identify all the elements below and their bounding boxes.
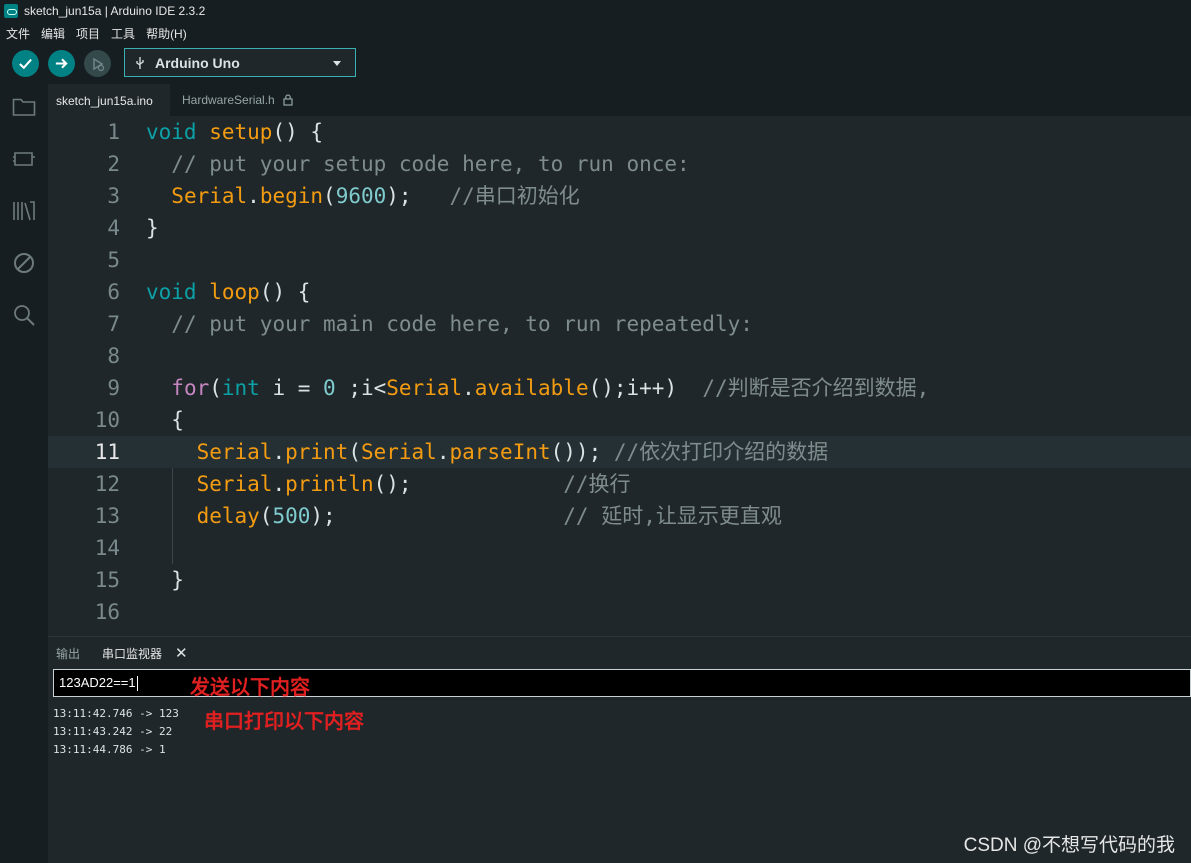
code-line: 3 Serial.begin(9600); //串口初始化	[48, 180, 1191, 212]
code-line: 8	[48, 340, 1191, 372]
window-title: sketch_jun15a | Arduino IDE 2.3.2	[24, 4, 206, 18]
text-caret	[136, 676, 138, 692]
tab-label: HardwareSerial.h	[182, 93, 275, 107]
folder-icon	[12, 98, 36, 116]
line-number: 15	[94, 568, 120, 592]
search-icon	[14, 305, 35, 326]
annotation-print: 串口打印以下内容	[204, 711, 364, 733]
code-line: 6 void loop() {	[48, 276, 1191, 308]
code-text: void setup() {	[146, 120, 324, 144]
board-name: Arduino Uno	[155, 54, 240, 71]
lock-icon	[283, 94, 293, 106]
code-line: 4 }	[48, 212, 1191, 244]
tab-serial-monitor[interactable]: 串口监视器	[102, 645, 162, 662]
line-number: 9	[107, 376, 120, 400]
title-bar: sketch_jun15a | Arduino IDE 2.3.2	[0, 0, 1191, 22]
chevron-down-icon	[333, 61, 341, 66]
line-number: 11	[94, 440, 120, 464]
menu-help[interactable]: 帮助(H)	[146, 25, 187, 42]
menu-tools[interactable]: 工具	[111, 25, 135, 42]
line-number: 2	[107, 152, 120, 176]
menu-bar: 文件 编辑 项目 工具 帮助(H)	[0, 22, 1191, 44]
line-number: 6	[107, 280, 120, 304]
tab-label: sketch_jun15a.ino	[56, 94, 153, 108]
no-entry-icon	[14, 253, 34, 273]
close-icon[interactable]: ✕	[175, 644, 188, 662]
code-line: 16	[48, 596, 1191, 628]
annotation-send: 发送以下内容	[190, 677, 310, 699]
arduino-logo-icon	[4, 4, 18, 18]
verify-button[interactable]	[12, 50, 39, 77]
arrow-right-icon	[55, 58, 68, 69]
watermark: CSDN @不想写代码的我	[963, 835, 1175, 856]
serial-input-value: 123AD22==1	[59, 675, 136, 690]
library-icon	[13, 201, 35, 221]
menu-sketch[interactable]: 项目	[76, 25, 100, 42]
sketchbook-button[interactable]	[11, 94, 37, 120]
tab-hardwareserial-h[interactable]: HardwareSerial.h	[170, 84, 380, 116]
line-number: 7	[107, 312, 120, 336]
serial-output-line: 13:11:43.242 -> 22	[53, 725, 173, 738]
toolbar: Arduino Uno	[0, 44, 1191, 84]
search-button[interactable]	[11, 302, 37, 328]
code-line: 1 void setup() {	[48, 116, 1191, 148]
code-text: {	[146, 408, 184, 432]
code-line: 14	[48, 532, 1191, 564]
code-text: Serial.println(); //换行	[196, 472, 631, 496]
line-number: 10	[94, 408, 120, 432]
debug-button[interactable]	[84, 50, 111, 77]
code-line: 9 for(int i = 0 ;i<Serial.available();i+…	[48, 372, 1191, 404]
code-editor[interactable]: 1 void setup() { 2 // put your setup cod…	[48, 116, 1191, 636]
bottom-panel: 输出 串口监视器 ✕ 123AD22==1 发送以下内容 串口打印以下内容 13…	[48, 636, 1191, 863]
line-number: 13	[94, 504, 120, 528]
panel-tabs: 输出 串口监视器 ✕	[48, 637, 1191, 667]
code-line: 15 }	[48, 564, 1191, 596]
code-line: 10 {	[48, 404, 1191, 436]
code-text: // put your main code here, to run repea…	[171, 312, 753, 336]
board-selector[interactable]: Arduino Uno	[124, 48, 356, 77]
code-line: 5	[48, 244, 1191, 276]
code-text: }	[146, 568, 184, 592]
menu-file[interactable]: 文件	[6, 25, 30, 42]
code-text: void loop() {	[146, 280, 311, 304]
code-line: 13 delay(500); // 延时,让显示更直观	[48, 500, 1191, 532]
serial-output-line: 13:11:42.746 -> 123	[53, 707, 179, 720]
code-text: }	[146, 216, 159, 240]
code-text: delay(500); // 延时,让显示更直观	[196, 504, 782, 528]
code-text: for(int i = 0 ;i<Serial.available();i++)…	[171, 376, 930, 400]
debug-panel-button[interactable]	[11, 250, 37, 276]
line-number: 1	[107, 120, 120, 144]
line-number: 8	[107, 344, 120, 368]
line-number: 14	[94, 536, 120, 560]
editor-tabs: sketch_jun15a.ino HardwareSerial.h	[48, 84, 1191, 116]
usb-icon	[136, 56, 144, 69]
code-text: // put your setup code here, to run once…	[171, 152, 690, 176]
tab-output[interactable]: 输出	[56, 645, 80, 662]
line-number: 4	[107, 216, 120, 240]
library-manager-button[interactable]	[11, 198, 37, 224]
code-line: 7 // put your main code here, to run rep…	[48, 308, 1191, 340]
code-line: 12 Serial.println(); //换行	[48, 468, 1191, 500]
upload-button[interactable]	[48, 50, 75, 77]
code-text: Serial.print(Serial.parseInt()); //依次打印介…	[196, 440, 829, 464]
code-line-current: 11 Serial.print(Serial.parseInt()); //依次…	[48, 436, 1191, 468]
serial-output-line: 13:11:44.786 -> 1	[53, 743, 166, 756]
board-icon	[13, 152, 35, 166]
code-line: 2 // put your setup code here, to run on…	[48, 148, 1191, 180]
line-number: 12	[94, 472, 120, 496]
check-icon	[19, 58, 32, 70]
line-number: 5	[107, 248, 120, 272]
tab-sketch-ino[interactable]: sketch_jun15a.ino	[48, 84, 170, 116]
menu-edit[interactable]: 编辑	[41, 25, 65, 42]
debug-icon	[92, 57, 104, 71]
boards-manager-button[interactable]	[11, 146, 37, 172]
code-text: Serial.begin(9600); //串口初始化	[171, 184, 580, 208]
line-number: 3	[107, 184, 120, 208]
line-number: 16	[94, 600, 120, 624]
activity-bar	[0, 84, 48, 863]
